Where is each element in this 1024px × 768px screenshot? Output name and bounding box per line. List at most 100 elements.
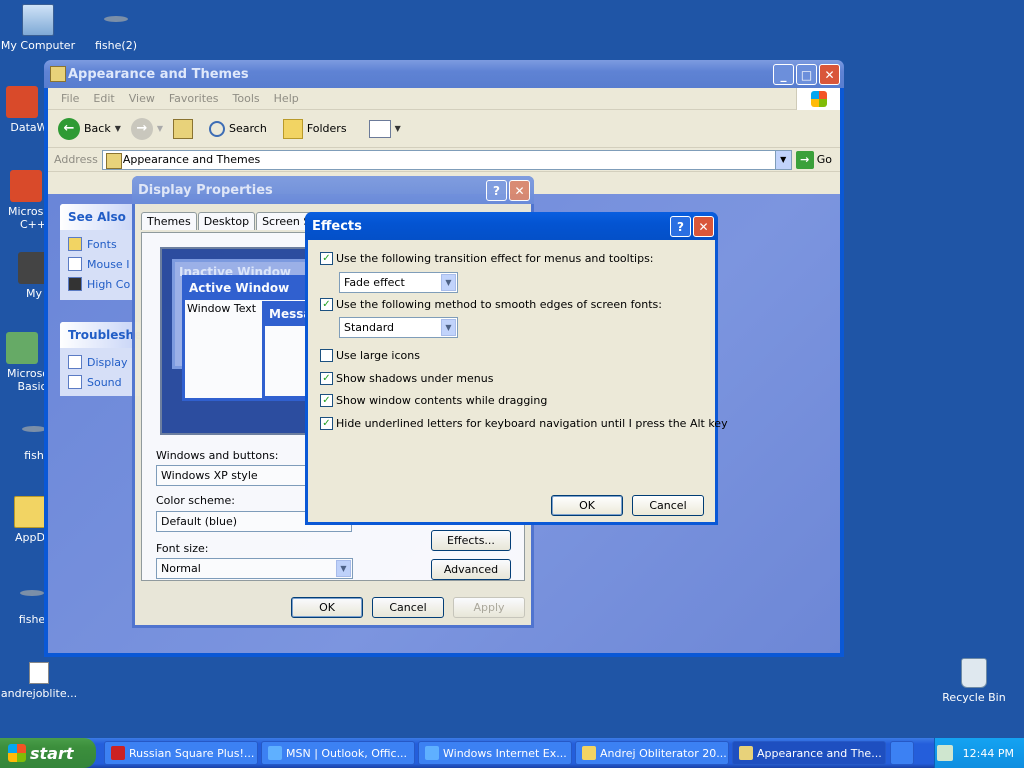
chevron-down-icon[interactable]: ▼ bbox=[336, 560, 351, 577]
effects-button[interactable]: Effects... bbox=[431, 530, 511, 551]
mouse-icon bbox=[68, 257, 82, 271]
chevron-down-icon[interactable]: ▼ bbox=[441, 319, 456, 336]
tab-desktop[interactable]: Desktop bbox=[197, 212, 256, 230]
drag-contents-checkbox[interactable]: ✓ bbox=[320, 394, 333, 407]
chevron-down-icon[interactable]: ▼ bbox=[115, 124, 121, 133]
transition-effect-checkbox[interactable]: ✓ bbox=[320, 252, 333, 265]
effects-ok-button[interactable]: OK bbox=[551, 495, 623, 516]
toolbar: ← Back ▼ → ▼ Search Folders ▼ bbox=[48, 110, 840, 148]
link-fonts[interactable]: Fonts bbox=[68, 234, 132, 254]
tab-strip: Themes Desktop Screen Sav bbox=[141, 212, 331, 230]
hide-underline-row: ✓ Hide underlined letters for keyboard n… bbox=[320, 417, 728, 430]
high-contrast-icon bbox=[68, 277, 82, 291]
address-label: Address bbox=[54, 153, 98, 166]
views-button[interactable]: ▼ bbox=[367, 119, 403, 138]
go-arrow-icon: → bbox=[795, 150, 814, 169]
apply-button[interactable]: Apply bbox=[453, 597, 525, 618]
task-list: Russian Square Plus!... MSN | Outlook, O… bbox=[104, 741, 886, 765]
close-button[interactable]: ✕ bbox=[819, 64, 840, 85]
hide-underline-checkbox[interactable]: ✓ bbox=[320, 417, 333, 430]
help-button[interactable]: ? bbox=[486, 180, 507, 201]
effects-title: Effects bbox=[312, 218, 362, 234]
cancel-button[interactable]: Cancel bbox=[372, 597, 444, 618]
see-also-panel: See Also Fonts Mouse I High Co bbox=[60, 204, 140, 300]
folder-icon bbox=[14, 496, 46, 528]
menu-tools[interactable]: Tools bbox=[226, 92, 267, 105]
chevron-down-icon[interactable]: ▼ bbox=[441, 274, 456, 291]
back-arrow-icon: ← bbox=[58, 117, 80, 140]
link-display[interactable]: Display bbox=[68, 352, 132, 372]
menu-edit[interactable]: Edit bbox=[86, 92, 121, 105]
maximize-button[interactable]: □ bbox=[796, 64, 817, 85]
ie-icon bbox=[268, 746, 282, 760]
large-icons-row: Use large icons bbox=[320, 349, 420, 362]
task-andrej-obliterator[interactable]: Andrej Obliterator 20... bbox=[575, 741, 729, 765]
explorer-titlebar[interactable]: Appearance and Themes _ □ ✕ bbox=[44, 60, 844, 88]
chevron-down-icon[interactable]: ▼ bbox=[395, 124, 401, 133]
troubleshooters-title[interactable]: Troubleshe bbox=[60, 322, 140, 348]
desktop-icon-my-computer[interactable]: My Computer bbox=[0, 4, 76, 52]
back-button[interactable]: ← Back ▼ bbox=[56, 117, 123, 140]
app-shortcut-icon bbox=[6, 86, 38, 118]
forward-button[interactable]: → ▼ bbox=[129, 117, 165, 140]
display-properties-titlebar[interactable]: Display Properties ? ✕ bbox=[132, 176, 534, 204]
task-russian-square[interactable]: Russian Square Plus!... bbox=[104, 741, 258, 765]
font-smoothing-select[interactable]: Standard ▼ bbox=[339, 317, 458, 338]
see-also-title[interactable]: See Also bbox=[60, 204, 140, 230]
effects-dialog: Effects ? ✕ ✓ Use the following transiti… bbox=[305, 212, 728, 525]
task-appearance-themes[interactable]: Appearance and The... bbox=[732, 741, 886, 765]
up-button[interactable] bbox=[171, 118, 195, 139]
help-button[interactable]: ? bbox=[670, 216, 691, 237]
chevron-down-icon[interactable]: ▼ bbox=[157, 124, 163, 133]
close-button[interactable]: ✕ bbox=[693, 216, 714, 237]
explorer-title: Appearance and Themes bbox=[68, 66, 249, 82]
computer-icon bbox=[22, 4, 54, 36]
folder-up-icon bbox=[173, 118, 194, 139]
font-size-select[interactable]: Normal ▼ bbox=[156, 558, 353, 579]
menu-bar: File Edit View Favorites Tools Help bbox=[48, 88, 840, 110]
search-button[interactable]: Search bbox=[207, 120, 269, 137]
close-button[interactable]: ✕ bbox=[509, 180, 530, 201]
search-icon bbox=[209, 120, 226, 137]
effects-cancel-button[interactable]: Cancel bbox=[632, 495, 704, 516]
desktop-icon-andrejobliterator[interactable]: andrejoblite... bbox=[0, 662, 78, 700]
minimize-button[interactable]: _ bbox=[773, 64, 794, 85]
desktop-icon-fishe2[interactable]: fishe(2) bbox=[78, 4, 154, 52]
menu-shadows-checkbox[interactable]: ✓ bbox=[320, 372, 333, 385]
folders-button[interactable]: Folders bbox=[281, 118, 349, 139]
views-icon bbox=[368, 119, 391, 138]
go-button[interactable]: → Go bbox=[795, 150, 832, 169]
effects-body: ✓ Use the following transition effect fo… bbox=[308, 240, 728, 522]
keyboard-icon[interactable] bbox=[890, 741, 914, 765]
font-smoothing-row: ✓ Use the following method to smooth edg… bbox=[320, 298, 662, 311]
ok-button[interactable]: OK bbox=[291, 597, 363, 618]
advanced-button[interactable]: Advanced bbox=[431, 559, 511, 580]
menu-file[interactable]: File bbox=[54, 92, 86, 105]
menu-shadows-row: ✓ Show shadows under menus bbox=[320, 372, 493, 385]
link-mouse-pointers[interactable]: Mouse I bbox=[68, 254, 132, 274]
clock[interactable]: 12:44 PM bbox=[963, 747, 1014, 760]
menu-help[interactable]: Help bbox=[267, 92, 306, 105]
msbasic-icon bbox=[6, 332, 38, 364]
font-size-label: Font size: bbox=[156, 542, 209, 555]
transition-effect-select[interactable]: Fade effect ▼ bbox=[339, 272, 458, 293]
drag-contents-row: ✓ Show window contents while dragging bbox=[320, 394, 547, 407]
tab-themes[interactable]: Themes bbox=[141, 212, 197, 230]
help-icon bbox=[68, 375, 82, 389]
display-properties-title: Display Properties bbox=[138, 182, 273, 198]
link-high-contrast[interactable]: High Co bbox=[68, 274, 132, 294]
network-icon[interactable] bbox=[936, 745, 953, 761]
link-sound[interactable]: Sound bbox=[68, 372, 132, 392]
task-internet-explorer[interactable]: Windows Internet Ex... bbox=[418, 741, 572, 765]
task-msn-outlook[interactable]: MSN | Outlook, Offic... bbox=[261, 741, 415, 765]
start-button[interactable]: start bbox=[0, 738, 96, 768]
menu-view[interactable]: View bbox=[122, 92, 162, 105]
menu-favorites[interactable]: Favorites bbox=[162, 92, 226, 105]
address-input[interactable]: Appearance and Themes ▼ bbox=[101, 149, 792, 170]
effects-titlebar[interactable]: Effects ? ✕ bbox=[305, 212, 718, 240]
large-icons-checkbox[interactable] bbox=[320, 349, 333, 362]
font-smoothing-checkbox[interactable]: ✓ bbox=[320, 298, 333, 311]
fish-icon bbox=[100, 4, 132, 36]
chevron-down-icon[interactable]: ▼ bbox=[774, 150, 791, 169]
desktop-icon-recycle-bin[interactable]: Recycle Bin bbox=[936, 658, 1012, 704]
